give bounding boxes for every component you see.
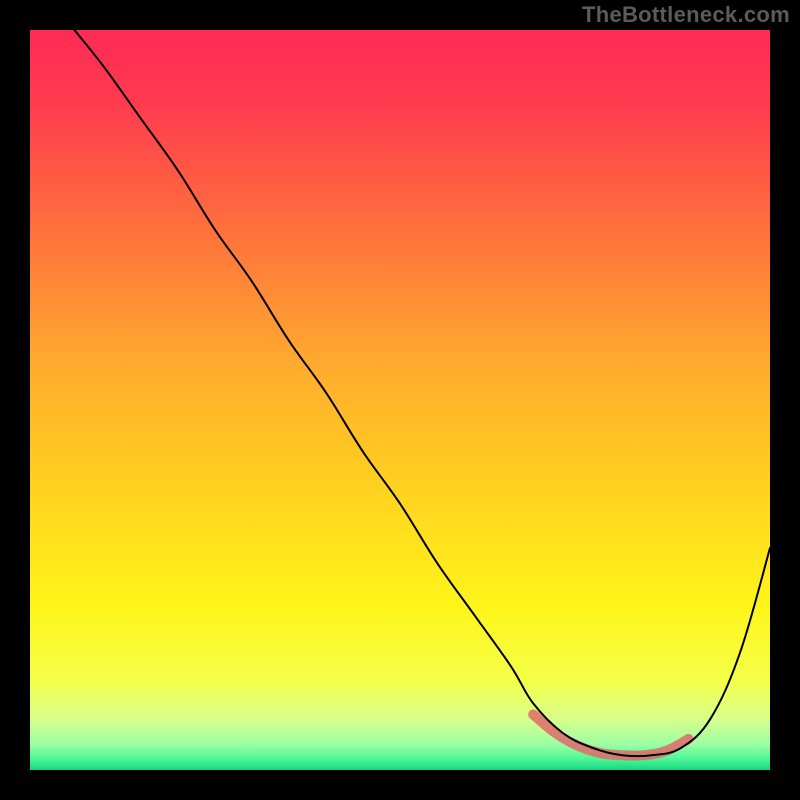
watermark-text: TheBottleneck.com (582, 2, 790, 28)
main-curve (74, 30, 770, 756)
chart-container: TheBottleneck.com (0, 0, 800, 800)
highlight-band (533, 715, 688, 756)
curve-layer (30, 30, 770, 770)
plot-area (30, 30, 770, 770)
